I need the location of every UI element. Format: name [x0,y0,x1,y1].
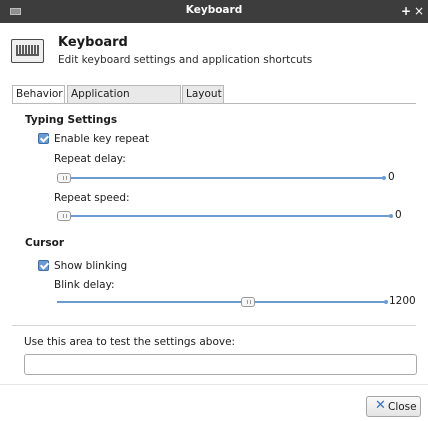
repeat-speed-slider-handle[interactable] [57,211,71,221]
keyboard-icon [11,39,44,63]
behavior-panel: Typing Settings Enable key repeat Repeat… [12,103,416,328]
tab-layout[interactable]: Layout [182,85,224,103]
tab-layout-label: Layout [186,88,222,100]
blink-delay-value: 1200 [389,295,416,307]
repeat-delay-label: Repeat delay: [54,153,126,165]
blink-delay-slider-handle[interactable] [241,297,255,307]
header-subtitle: Edit keyboard settings and application s… [58,54,313,66]
show-blinking-label[interactable]: Show blinking [54,260,127,272]
close-button-label: Close [388,401,417,413]
blink-delay-label: Blink delay: [54,279,115,291]
repeat-speed-label: Repeat speed: [54,192,130,204]
close-window-icon[interactable]: × [414,3,424,19]
dialog-header: Keyboard Edit keyboard settings and appl… [0,23,428,79]
typing-settings-heading: Typing Settings [25,114,118,126]
test-settings-input[interactable] [24,354,417,375]
close-icon: ✕ [375,398,386,413]
show-blinking-checkbox[interactable] [38,260,49,271]
enable-key-repeat-label[interactable]: Enable key repeat [54,133,149,145]
tab-behavior[interactable]: Behavior [12,85,65,104]
repeat-speed-slider[interactable] [57,211,393,221]
repeat-delay-value: 0 [388,171,395,183]
tab-application-shortcuts[interactable]: Application Shortcuts [67,85,181,116]
repeat-delay-slider-handle[interactable] [57,173,71,183]
cursor-heading: Cursor [25,237,65,249]
window-titlebar[interactable]: Keyboard + × [0,0,428,23]
repeat-delay-slider[interactable] [57,173,386,183]
header-title: Keyboard [58,35,128,50]
maximize-icon[interactable]: + [401,3,411,19]
enable-key-repeat-checkbox[interactable] [38,133,49,144]
window-title: Keyboard [185,4,243,16]
tab-behavior-label: Behavior [16,88,63,100]
divider [12,325,416,326]
close-button[interactable]: ✕ Close [366,396,421,417]
footer-separator [0,384,428,385]
repeat-speed-value: 0 [395,209,402,221]
test-area-label: Use this area to test the settings above… [24,336,236,348]
blink-delay-slider[interactable] [57,297,388,307]
